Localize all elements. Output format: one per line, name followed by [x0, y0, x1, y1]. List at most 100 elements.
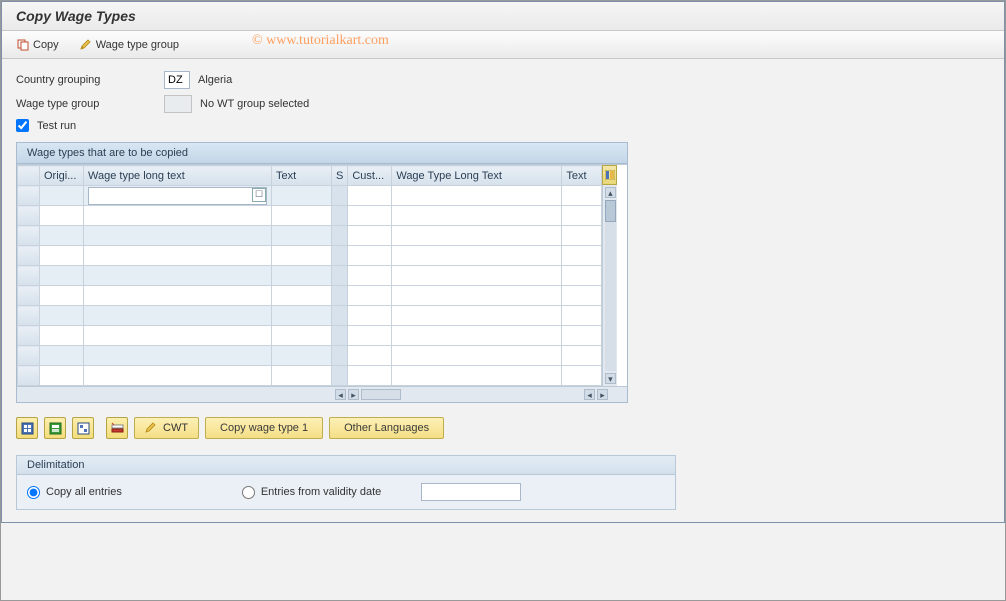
cell-text-right[interactable]: [562, 346, 602, 366]
cwt-button[interactable]: CWT: [134, 417, 199, 439]
col-cust[interactable]: Cust...: [348, 166, 392, 186]
cell-text-right[interactable]: [562, 366, 602, 386]
cell-longtext-left[interactable]: ☐: [84, 186, 272, 206]
col-longtext-left[interactable]: Wage type long text: [84, 166, 272, 186]
scroll-left-icon[interactable]: ◂: [335, 389, 346, 400]
row-selector[interactable]: [18, 366, 40, 386]
cell-status[interactable]: [332, 326, 348, 346]
horizontal-scrollbar-right[interactable]: ◂ ▸: [580, 387, 612, 402]
row-selector[interactable]: [18, 326, 40, 346]
cell-longtext-right[interactable]: [392, 346, 562, 366]
cell-longtext-right[interactable]: [392, 206, 562, 226]
cell-cust[interactable]: [348, 226, 392, 246]
cell-longtext-left[interactable]: [84, 246, 272, 266]
cell-longtext-left[interactable]: [84, 346, 272, 366]
wage-type-group-button[interactable]: Wage type group: [72, 35, 186, 54]
cell-orig[interactable]: [40, 246, 84, 266]
cell-orig[interactable]: [40, 286, 84, 306]
delete-row-button[interactable]: [106, 417, 128, 439]
cell-cust[interactable]: [348, 326, 392, 346]
cell-longtext-left[interactable]: [84, 206, 272, 226]
select-block-button[interactable]: [44, 417, 66, 439]
row-selector[interactable]: [18, 206, 40, 226]
cell-longtext-right[interactable]: [392, 246, 562, 266]
cell-text-right[interactable]: [562, 226, 602, 246]
deselect-all-button[interactable]: [72, 417, 94, 439]
cell-longtext-left[interactable]: [84, 226, 272, 246]
cell-longtext-right[interactable]: [392, 366, 562, 386]
horizontal-scrollbar-left[interactable]: ◂ ▸: [331, 387, 405, 402]
cell-text-left[interactable]: [272, 286, 332, 306]
row-selector[interactable]: [18, 266, 40, 286]
cell-status[interactable]: [332, 366, 348, 386]
cell-orig[interactable]: [40, 326, 84, 346]
row-selector[interactable]: [18, 306, 40, 326]
country-grouping-input[interactable]: [164, 71, 190, 89]
cell-longtext-right[interactable]: [392, 226, 562, 246]
cell-cust[interactable]: [348, 306, 392, 326]
cell-longtext-right[interactable]: [392, 186, 562, 206]
col-text-left[interactable]: Text: [272, 166, 332, 186]
f4-help-icon[interactable]: ☐: [252, 188, 266, 202]
cell-longtext-left[interactable]: [84, 306, 272, 326]
cell-status[interactable]: [332, 206, 348, 226]
cell-longtext-left[interactable]: [84, 366, 272, 386]
scroll-right-icon[interactable]: ▸: [597, 389, 608, 400]
row-selector[interactable]: [18, 186, 40, 206]
cell-orig[interactable]: [40, 366, 84, 386]
wage-type-group-input[interactable]: [164, 95, 192, 113]
cell-orig[interactable]: [40, 206, 84, 226]
col-orig[interactable]: Origi...: [40, 166, 84, 186]
scroll-down-icon[interactable]: ▾: [605, 373, 616, 384]
cell-orig[interactable]: [40, 226, 84, 246]
validity-date-input[interactable]: [421, 483, 521, 501]
test-run-checkbox[interactable]: [16, 119, 29, 132]
cell-text-left[interactable]: [272, 226, 332, 246]
vertical-scrollbar[interactable]: ▴ ▾: [602, 185, 617, 386]
cell-cust[interactable]: [348, 206, 392, 226]
col-longtext-right[interactable]: Wage Type Long Text: [392, 166, 562, 186]
cell-status[interactable]: [332, 346, 348, 366]
cell-longtext-left[interactable]: [84, 326, 272, 346]
cell-text-right[interactable]: [562, 186, 602, 206]
cell-longtext-right[interactable]: [392, 326, 562, 346]
cell-cust[interactable]: [348, 186, 392, 206]
cell-orig[interactable]: [40, 186, 84, 206]
scroll-left-icon[interactable]: ◂: [584, 389, 595, 400]
select-all-button[interactable]: [16, 417, 38, 439]
other-languages-button[interactable]: Other Languages: [329, 417, 444, 439]
cell-cust[interactable]: [348, 286, 392, 306]
cell-orig[interactable]: [40, 306, 84, 326]
cell-text-right[interactable]: [562, 266, 602, 286]
cell-text-right[interactable]: [562, 306, 602, 326]
cell-longtext-right[interactable]: [392, 286, 562, 306]
cell-text-left[interactable]: [272, 326, 332, 346]
cell-text-right[interactable]: [562, 326, 602, 346]
cell-text-left[interactable]: [272, 246, 332, 266]
cell-status[interactable]: [332, 306, 348, 326]
cell-status[interactable]: [332, 266, 348, 286]
row-selector[interactable]: [18, 246, 40, 266]
table-config-button[interactable]: [602, 165, 617, 185]
cell-text-right[interactable]: [562, 246, 602, 266]
entries-from-date-radio[interactable]: [242, 486, 255, 499]
cell-text-left[interactable]: [272, 266, 332, 286]
cell-text-left[interactable]: [272, 206, 332, 226]
cell-cust[interactable]: [348, 266, 392, 286]
copy-button[interactable]: Copy: [10, 36, 66, 54]
cell-orig[interactable]: [40, 346, 84, 366]
copy-wage-type-1-button[interactable]: Copy wage type 1: [205, 417, 323, 439]
cell-cust[interactable]: [348, 346, 392, 366]
cell-text-left[interactable]: [272, 306, 332, 326]
col-text-right[interactable]: Text: [562, 166, 602, 186]
col-rowselect[interactable]: [18, 166, 40, 186]
cell-cust[interactable]: [348, 366, 392, 386]
row-selector[interactable]: [18, 286, 40, 306]
scroll-right-icon[interactable]: ▸: [348, 389, 359, 400]
row-selector[interactable]: [18, 346, 40, 366]
cell-text-left[interactable]: [272, 366, 332, 386]
copy-all-entries-radio[interactable]: [27, 486, 40, 499]
cell-text-left[interactable]: [272, 186, 332, 206]
cell-text-right[interactable]: [562, 206, 602, 226]
cell-longtext-right[interactable]: [392, 266, 562, 286]
